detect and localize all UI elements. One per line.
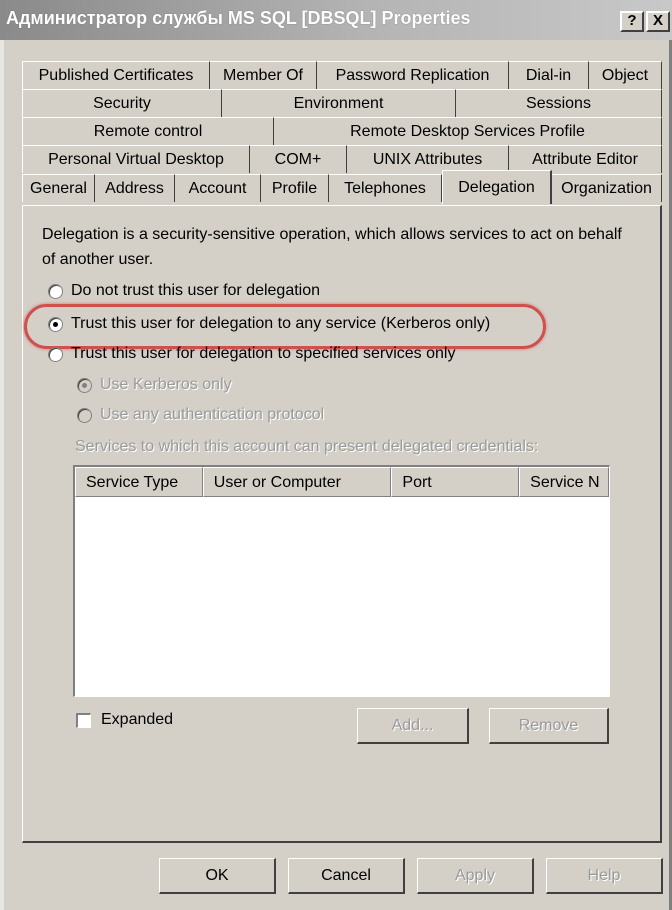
help-icon[interactable]: ? — [620, 11, 644, 32]
tab-telephones[interactable]: Telephones — [329, 174, 442, 202]
services-label: Services to which this account can prese… — [75, 438, 539, 455]
delegation-description: Delegation is a security-sensitive opera… — [42, 226, 622, 268]
tab-environment[interactable]: Environment — [222, 89, 456, 117]
window-title: Администратор службы MS SQL [DBSQL] Prop… — [6, 8, 471, 28]
tab-member-of[interactable]: Member Of — [210, 61, 317, 89]
radio-button[interactable] — [48, 346, 63, 362]
services-list[interactable]: Service Type User or Computer Port Servi… — [73, 465, 610, 697]
tab-attribute-editor[interactable]: Attribute Editor — [509, 145, 662, 173]
tab-remote-control[interactable]: Remote control — [22, 117, 274, 145]
radio-button — [77, 407, 92, 423]
cancel-button[interactable]: Cancel — [288, 858, 405, 894]
ok-button[interactable]: OK — [159, 858, 276, 894]
list-header: Service Type User or Computer Port Servi… — [75, 467, 610, 497]
column-header-service-type[interactable]: Service Type — [75, 467, 203, 497]
radio-kerberos-only: Use Kerberos only — [77, 376, 232, 394]
column-header-user-or-computer[interactable]: User or Computer — [202, 467, 392, 497]
tab-row-2: Security Environment Sessions — [22, 89, 662, 117]
tab-unix-attributes[interactable]: UNIX Attributes — [347, 145, 509, 173]
title-bar[interactable]: Администратор службы MS SQL [DBSQL] Prop… — [0, 0, 672, 40]
tab-profile[interactable]: Profile — [261, 174, 329, 202]
tab-published-certificates[interactable]: Published Certificates — [22, 61, 210, 89]
radio-label: Use any authentication protocol — [100, 406, 325, 423]
radio-label: Trust this user for delegation to specif… — [71, 345, 456, 362]
tab-address[interactable]: Address — [95, 174, 175, 202]
tab-row-5: General Address Account Profile Telephon… — [22, 170, 662, 204]
tab-sessions[interactable]: Sessions — [456, 89, 662, 117]
tab-delegation[interactable]: Delegation — [442, 170, 552, 204]
tab-password-replication[interactable]: Password Replication — [317, 61, 509, 89]
tab-general[interactable]: General — [22, 174, 95, 202]
radio-no-delegation[interactable]: Do not trust this user for delegation — [48, 282, 320, 300]
tab-personal-virtual-desktop[interactable]: Personal Virtual Desktop — [22, 145, 250, 173]
checkbox[interactable] — [76, 712, 91, 728]
tab-account[interactable]: Account — [175, 174, 261, 202]
tab-row-1: Published Certificates Member Of Passwor… — [22, 61, 662, 89]
remove-button[interactable]: Remove — [489, 708, 609, 744]
tab-remote-desktop-services-profile[interactable]: Remote Desktop Services Profile — [274, 117, 662, 145]
radio-button — [77, 377, 92, 393]
tab-organization[interactable]: Organization — [552, 174, 662, 202]
help-button[interactable]: Help — [546, 858, 663, 894]
radio-button[interactable] — [48, 283, 63, 299]
radio-label: Trust this user for delegation to any se… — [71, 315, 491, 332]
column-header-service-name[interactable]: Service N — [519, 467, 610, 497]
tab-dial-in[interactable]: Dial-in — [509, 61, 589, 89]
tab-row-4: Personal Virtual Desktop COM+ UNIX Attri… — [22, 145, 662, 173]
tab-row-3: Remote control Remote Desktop Services P… — [22, 117, 662, 145]
window-frame-left — [0, 40, 4, 910]
column-header-port[interactable]: Port — [391, 467, 520, 497]
add-button[interactable]: Add... — [357, 708, 469, 744]
radio-any-auth-protocol: Use any authentication protocol — [77, 406, 324, 424]
tab-com-plus[interactable]: COM+ — [250, 145, 347, 173]
radio-button[interactable] — [48, 316, 63, 332]
tab-object[interactable]: Object — [589, 61, 662, 89]
radio-label: Use Kerberos only — [100, 376, 232, 393]
radio-label: Do not trust this user for delegation — [71, 282, 321, 299]
expanded-checkbox[interactable]: Expanded — [76, 711, 173, 729]
expanded-label: Expanded — [101, 711, 174, 728]
apply-button[interactable]: Apply — [417, 858, 534, 894]
tab-security[interactable]: Security — [22, 89, 222, 117]
radio-delegation-specified[interactable]: Trust this user for delegation to specif… — [48, 345, 455, 363]
radio-delegation-any-service[interactable]: Trust this user for delegation to any se… — [48, 315, 490, 333]
close-icon[interactable]: X — [646, 11, 670, 32]
